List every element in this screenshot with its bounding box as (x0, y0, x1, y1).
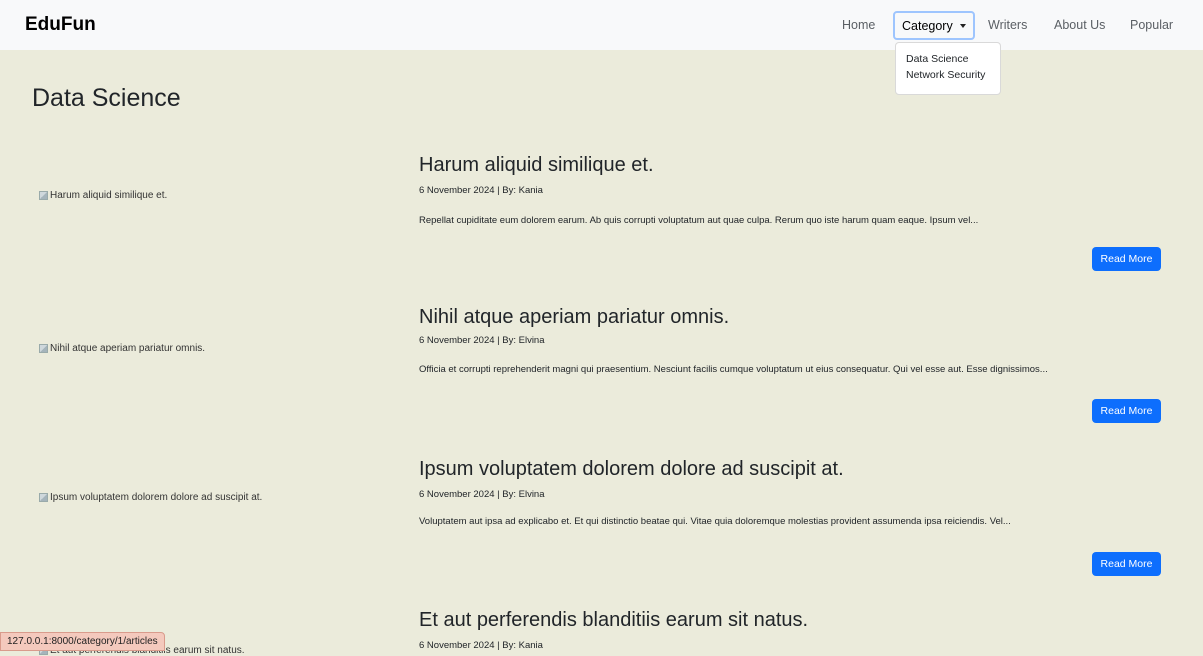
broken-image-icon (39, 191, 48, 200)
read-more-button[interactable]: Read More (1092, 399, 1161, 423)
article-card: Nihil atque aperiam pariatur omnis. Nihi… (0, 303, 1203, 463)
nav-about-us[interactable]: About Us (1054, 18, 1105, 32)
nav-writers[interactable]: Writers (988, 18, 1027, 32)
article-meta: 6 November 2024 | By: Elvina (419, 335, 545, 346)
read-more-button[interactable]: Read More (1092, 247, 1161, 271)
article-title: Nihil atque aperiam pariatur omnis. (419, 306, 730, 328)
read-more-button[interactable]: Read More (1092, 552, 1161, 576)
article-title: Harum aliquid similique et. (419, 154, 654, 176)
nav-category-dropdown-toggle[interactable]: Category (893, 11, 975, 40)
article-card: Et aut perferendis blanditiis earum sit … (0, 609, 1203, 656)
category-dropdown-menu: Data Science Network Security (895, 42, 1001, 95)
article-meta: 6 November 2024 | By: Kania (419, 185, 543, 196)
article-image-alt: Harum aliquid similique et. (50, 190, 168, 201)
article-image-alt: Ipsum voluptatem dolorem dolore ad susci… (50, 492, 263, 503)
article-card: Harum aliquid similique et. Harum aliqui… (0, 150, 1203, 310)
broken-image-icon (39, 493, 48, 502)
nav-category-label: Category (902, 18, 953, 33)
nav-popular[interactable]: Popular (1130, 18, 1173, 32)
nav-home[interactable]: Home (842, 18, 875, 32)
article-image-alt: Nihil atque aperiam pariatur omnis. (50, 343, 206, 354)
article-image: Harum aliquid similique et. (39, 190, 167, 201)
article-meta: 6 November 2024 | By: Elvina (419, 489, 545, 500)
article-title: Et aut perferendis blanditiis earum sit … (419, 609, 809, 631)
page-title: Data Science (32, 84, 181, 112)
article-image: Nihil atque aperiam pariatur omnis. (39, 343, 205, 354)
dropdown-item-network-security[interactable]: Network Security (896, 67, 1000, 83)
caret-down-icon (959, 23, 966, 28)
navbar: EduFun Home Category Writers About Us Po… (0, 0, 1203, 50)
article-image: Ipsum voluptatem dolorem dolore ad susci… (39, 492, 262, 503)
link-status-bar: 127.0.0.1:8000/category/1/articles (0, 632, 165, 651)
article-meta: 6 November 2024 | By: Kania (419, 640, 543, 651)
article-excerpt: Repellat cupiditate eum dolorem earum. A… (419, 215, 979, 226)
article-card: Ipsum voluptatem dolorem dolore ad susci… (0, 456, 1203, 616)
article-title: Ipsum voluptatem dolorem dolore ad susci… (419, 458, 844, 480)
dropdown-item-data-science[interactable]: Data Science (896, 51, 1000, 67)
brand-logo[interactable]: EduFun (25, 14, 96, 36)
broken-image-icon (39, 344, 48, 353)
article-excerpt: Officia et corrupti reprehenderit magni … (419, 364, 1048, 375)
article-excerpt: Voluptatem aut ipsa ad explicabo et. Et … (419, 516, 1011, 527)
